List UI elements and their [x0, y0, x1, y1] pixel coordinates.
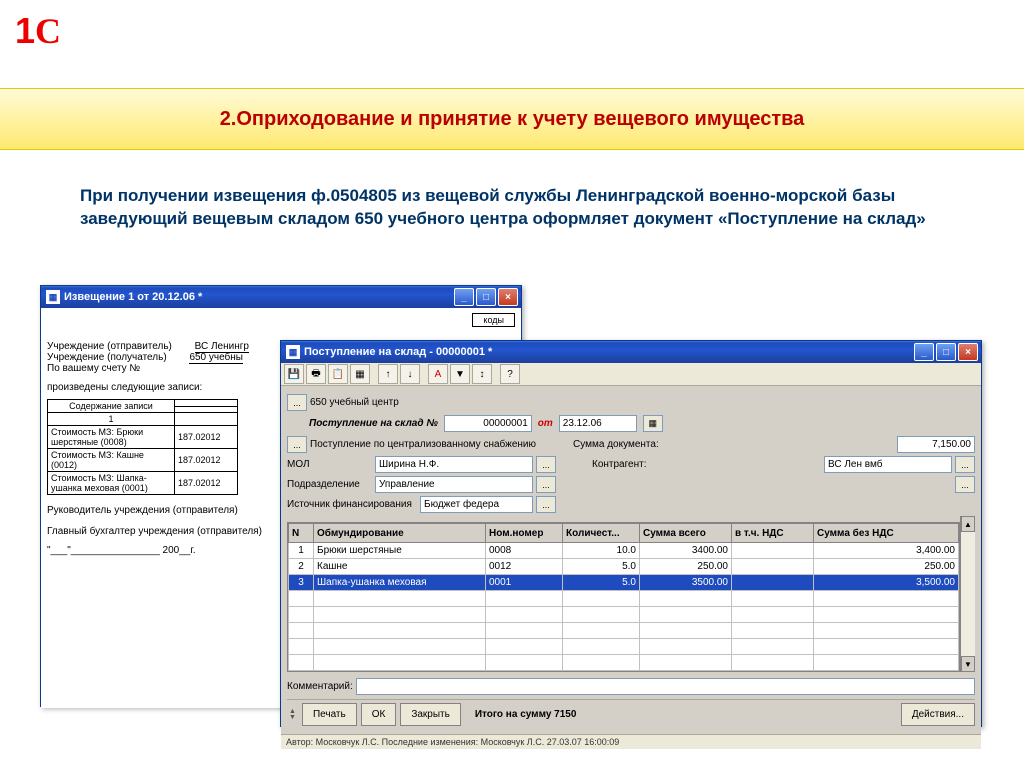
print-button[interactable]: Печать [302, 703, 357, 726]
ist-label: Источник финансирования [287, 499, 417, 510]
tool-save-icon[interactable]: 💾 [284, 364, 304, 384]
toolbar: 💾 🖶 📋 ▦ ↑ ↓ A ▼ ↕ ? [281, 363, 981, 386]
podr-input[interactable]: Управление [375, 476, 533, 493]
kontr-label: Контрагент: [592, 459, 646, 470]
kontr-extra-button[interactable]: ... [955, 476, 975, 493]
mol-input[interactable]: Ширина Н.Ф. [375, 456, 533, 473]
kontr-input[interactable]: ВС Лен вмб [824, 456, 952, 473]
doc-number-input[interactable]: 00000001 [444, 415, 532, 432]
ot-label: от [538, 418, 553, 429]
status-bar: Автор: Московчук Л.С. Последние изменени… [281, 734, 981, 749]
window-postuplenie: ▦ Поступление на склад - 00000001 * _ □ … [280, 340, 982, 727]
arrow-down-icon[interactable]: ↓ [400, 364, 420, 384]
podr-label: Подразделение [287, 479, 372, 490]
col-soderzh: Содержание записи [48, 400, 175, 413]
ok-button[interactable]: ОК [361, 703, 397, 726]
close-button[interactable]: × [498, 288, 518, 306]
entries-table: Содержание записи 1 Стоимость МЗ: Брюки … [47, 399, 238, 495]
table-row: Стоимость МЗ: Шапка-ушанка меховая (0001… [48, 472, 238, 495]
col-bez[interactable]: Сумма без НДС [814, 524, 959, 543]
minimize-button[interactable]: _ [454, 288, 474, 306]
close-form-button[interactable]: Закрыть [400, 703, 461, 726]
sum-value: 7,150.00 [897, 436, 975, 453]
description: При получении извещения ф.0504805 из вещ… [80, 185, 964, 231]
col-n[interactable]: N [289, 524, 314, 543]
table-row[interactable]: 1Брюки шерстяные000810.03400.003,400.00 [289, 543, 959, 559]
slide: 1С 2.Оприходование и принятие к учету ве… [0, 0, 1024, 768]
minimize-button[interactable]: _ [914, 343, 934, 361]
nav-arrows[interactable]: ▲▼ [287, 707, 298, 723]
col-nom[interactable]: Ном.номер [486, 524, 563, 543]
kontr-pick-button[interactable]: ... [955, 456, 975, 473]
window1-title: Извещение 1 от 20.12.06 * [64, 291, 454, 303]
col-num: 1 [48, 413, 175, 426]
receiver-label: Учреждение (получатель) [47, 352, 167, 363]
scroll-down-icon[interactable]: ▼ [961, 656, 975, 672]
actions-button[interactable]: Действия... [901, 703, 975, 726]
sort-az-icon[interactable]: A [428, 364, 448, 384]
mol-label: МОЛ [287, 459, 372, 470]
select-post-button[interactable]: ... [287, 436, 307, 453]
ist-input[interactable]: Бюджет федера [420, 496, 533, 513]
comment-input[interactable] [356, 678, 975, 695]
logo: 1С [15, 10, 61, 52]
app-icon: ▦ [286, 345, 300, 359]
maximize-button[interactable]: □ [936, 343, 956, 361]
post-label: Поступление по централизованному снабжен… [310, 439, 570, 450]
tool-table-icon[interactable]: ▦ [350, 364, 370, 384]
centr-value: 650 учебный центр [310, 397, 399, 408]
header-label: Поступление на склад № [309, 418, 438, 429]
arrow-up-icon[interactable]: ↑ [378, 364, 398, 384]
col-nds[interactable]: в т.ч. НДС [732, 524, 814, 543]
vertical-scrollbar[interactable]: ▲ ▼ [960, 516, 975, 672]
tool-print-icon[interactable]: 🖶 [306, 364, 326, 384]
maximize-button[interactable]: □ [476, 288, 496, 306]
itogo-label: Итого на сумму 7150 [475, 709, 577, 720]
window2-title: Поступление на склад - 00000001 * [304, 346, 914, 358]
mol-pick-button[interactable]: ... [536, 456, 556, 473]
window1-titlebar[interactable]: ▦ Извещение 1 от 20.12.06 * _ □ × [41, 286, 521, 308]
table-row[interactable]: 3Шапка-ушанка меховая00015.03500.003,500… [289, 575, 959, 591]
calendar-icon[interactable]: ▦ [643, 415, 663, 432]
col-kol[interactable]: Количест... [563, 524, 640, 543]
select-centr-button[interactable]: ... [287, 394, 307, 411]
kody-box: коды [472, 313, 515, 327]
table-row[interactable]: 2Кашне00125.0250.00250.00 [289, 559, 959, 575]
table-row: Стоимость МЗ: Брюки шерстяные (0008)187.… [48, 426, 238, 449]
filter-icon[interactable]: ▼ [450, 364, 470, 384]
doc-date-input[interactable]: 23.12.06 [559, 415, 637, 432]
komm-label: Комментарий: [287, 681, 353, 692]
close-button[interactable]: × [958, 343, 978, 361]
scroll-up-icon[interactable]: ▲ [961, 516, 975, 532]
col-obm[interactable]: Обмундирование [314, 524, 486, 543]
table-row: Стоимость МЗ: Кашне (0012)187.02012 [48, 449, 238, 472]
podr-pick-button[interactable]: ... [536, 476, 556, 493]
items-grid[interactable]: N Обмундирование Ном.номер Количест... С… [287, 522, 960, 672]
help-icon[interactable]: ? [500, 364, 520, 384]
ist-pick-button[interactable]: ... [536, 496, 556, 513]
sum-label: Сумма документа: [573, 439, 659, 450]
app-icon: ▦ [46, 290, 60, 304]
tool-copy-icon[interactable]: 📋 [328, 364, 348, 384]
sort-icon[interactable]: ↕ [472, 364, 492, 384]
col-sum[interactable]: Сумма всего [640, 524, 732, 543]
window2-titlebar[interactable]: ▦ Поступление на склад - 00000001 * _ □ … [281, 341, 981, 363]
sender-label: Учреждение (отправитель) [47, 341, 172, 352]
title-bar: 2.Оприходование и принятие к учету вещев… [0, 88, 1024, 150]
page-title: 2.Оприходование и принятие к учету вещев… [220, 108, 805, 131]
receiver-value: 650 учебны [189, 352, 243, 364]
